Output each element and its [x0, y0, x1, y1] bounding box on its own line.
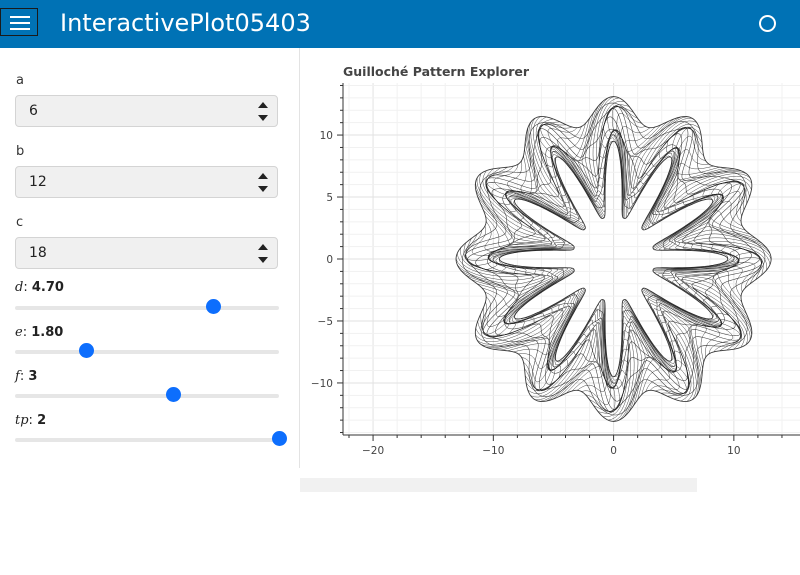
tp-symbol: tp — [15, 413, 29, 428]
curve-spoke — [676, 175, 752, 207]
curve-spoke — [664, 324, 695, 402]
increment-icon[interactable] — [258, 173, 268, 179]
f-slider-track[interactable] — [15, 394, 279, 398]
busy-indicator-icon — [759, 15, 776, 32]
f-slider-handle[interactable] — [165, 387, 181, 402]
menu-icon-bar — [10, 28, 30, 30]
d-symbol: d — [15, 280, 24, 295]
a-label: a — [16, 73, 24, 88]
b-spinner-input[interactable]: 12 — [15, 166, 278, 198]
a-value: 6 — [29, 103, 38, 119]
e-slider-handle[interactable] — [78, 343, 94, 358]
menu-icon — [10, 16, 30, 18]
curve-spoke — [477, 291, 543, 337]
curve-spoke — [538, 118, 583, 186]
curve-spoke — [475, 311, 551, 343]
b-value: 12 — [29, 174, 47, 190]
e-value: 1.80 — [31, 325, 64, 340]
decrement-icon[interactable] — [258, 257, 268, 263]
chart-title: Guilloché Pattern Explorer — [343, 64, 530, 79]
c-spinner-input[interactable]: 18 — [15, 237, 278, 269]
x-tick-label: 10 — [727, 445, 740, 457]
increment-icon[interactable] — [258, 244, 268, 250]
increment-icon[interactable] — [258, 102, 268, 108]
decrement-icon[interactable] — [258, 115, 268, 121]
d-slider-label: d: 4.70 — [15, 280, 64, 295]
guilloche-chart: Guilloché Pattern Explorer −20 −10 0 10 −10 −… — [311, 64, 800, 457]
y-tick-label: 5 — [326, 192, 333, 204]
widget-sidebar: a 6 b 12 c 18 d: 4.70 e: 1.80 f: 3 tp: 2 — [0, 48, 300, 468]
tp-slider-label: tp: 2 — [15, 413, 47, 428]
f-value: 3 — [28, 369, 38, 384]
curve-spoke — [684, 181, 750, 227]
c-value: 18 — [29, 245, 47, 261]
plot-toolbar-strip — [300, 478, 697, 492]
curve-spoke — [645, 332, 690, 400]
app-title: InteractivePlot05403 — [60, 9, 311, 37]
f-symbol: f — [15, 369, 20, 384]
decrement-icon[interactable] — [258, 186, 268, 192]
menu-icon-bar — [10, 22, 30, 24]
d-value: 4.70 — [31, 280, 64, 295]
curve-spoke — [533, 116, 563, 194]
tp-slider-handle[interactable] — [271, 431, 287, 446]
y-tick-label: 10 — [320, 130, 333, 142]
plot-area: Guilloché Pattern Explorer −20 −10 0 10 −10 −… — [300, 48, 800, 478]
a-spinner-input[interactable]: 6 — [15, 95, 278, 127]
f-slider-label: f: 3 — [15, 369, 38, 384]
y-tick-label: −5 — [318, 316, 333, 328]
x-tick-label: 0 — [610, 445, 617, 457]
y-tick-label: −10 — [311, 378, 333, 390]
b-label: b — [16, 144, 25, 159]
x-tick-label: −20 — [362, 445, 384, 457]
e-symbol: e — [15, 325, 23, 340]
d-slider-handle[interactable] — [205, 299, 221, 314]
d-slider-track[interactable] — [15, 306, 279, 310]
y-tick-label: 0 — [326, 254, 333, 266]
e-slider-track[interactable] — [15, 350, 279, 354]
tp-slider-track[interactable] — [15, 438, 279, 442]
tp-value: 2 — [37, 413, 47, 428]
app-header: InteractivePlot05403 — [0, 0, 800, 48]
x-tick-label: −10 — [482, 445, 504, 457]
c-label: c — [16, 215, 24, 230]
menu-toggle-button[interactable] — [0, 8, 38, 36]
e-slider-label: e: 1.80 — [15, 325, 64, 340]
